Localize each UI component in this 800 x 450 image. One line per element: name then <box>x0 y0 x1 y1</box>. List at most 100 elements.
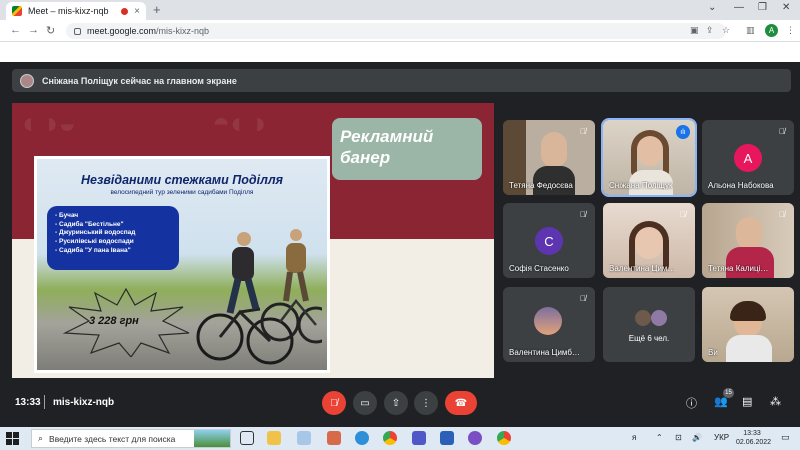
leave-call-button[interactable]: ☎ <box>445 391 477 415</box>
volume-icon[interactable]: 🔊 <box>692 433 702 442</box>
taskbar-search-box[interactable]: ⌕ Введите здесь текст для поиска <box>31 429 231 448</box>
presenting-text: Сніжана Поліщук сейчас на главном экране <box>42 75 237 86</box>
people-tray-icon[interactable]: ᴙ <box>632 433 636 442</box>
back-arrow-icon[interactable]: ← <box>10 24 21 36</box>
participant-name: Альона Набокова <box>708 181 774 190</box>
windows-logo-tile <box>13 432 19 438</box>
browser-tab-meet[interactable]: Meet – mis-kixz-nqb × <box>6 2 146 20</box>
participant-tile[interactable]: 🎙̸ Валентина Цимб… <box>503 287 595 362</box>
divider <box>44 395 45 409</box>
participant-tile[interactable]: 🎙̸ Валентина Цим… <box>603 203 695 278</box>
slide-watermark-shape: ◐◑◒ <box>22 107 77 140</box>
slide-watermark-shape: ◓◐◑ <box>212 107 267 140</box>
participant-body <box>726 335 772 362</box>
side-panel-icon[interactable]: ▥ <box>746 25 755 36</box>
meeting-code: mis-kixz-nqb <box>53 397 115 408</box>
lock-icon <box>74 27 81 35</box>
participant-tile[interactable]: А 🎙̸ Альона Набокова <box>702 120 794 195</box>
participant-name: Сніжана Поліщук <box>609 181 673 190</box>
mic-muted-icon: 🎙̸ <box>580 294 586 303</box>
windows-logo-tile <box>13 439 19 445</box>
taskbar-search-placeholder: Введите здесь текст для поиска <box>49 433 176 444</box>
recording-dot-icon <box>121 7 129 15</box>
chat-icon[interactable]: ▤ <box>742 395 752 408</box>
tab-title: Meet – mis-kixz-nqb <box>28 6 109 16</box>
participant-name: Тетяна Калиці… <box>708 264 769 273</box>
participant-face <box>736 217 762 249</box>
photos-icon[interactable] <box>297 431 311 445</box>
start-button[interactable] <box>6 432 19 445</box>
present-button[interactable]: ⇧ <box>384 391 408 415</box>
restore-icon[interactable]: ❐ <box>758 2 767 13</box>
participant-tile[interactable]: 🎙̸ Тетяна Калиці… <box>702 203 794 278</box>
close-window-icon[interactable]: ✕ <box>782 2 790 13</box>
mic-toggle-button[interactable]: 🎙̸ <box>322 391 346 415</box>
mic-muted-icon: 🎙̸ <box>779 210 785 219</box>
poster-stop: Садиба "У пана Івана" <box>55 247 179 256</box>
self-view-tile[interactable]: Ви <box>702 287 794 362</box>
address-bar[interactable]: meet.google.com /mis-kixz-nqb <box>66 23 726 39</box>
participant-name: Тетяна Федосєва <box>509 181 573 190</box>
chrome-icon[interactable] <box>383 431 397 445</box>
teams-icon[interactable] <box>412 431 426 445</box>
people-icon[interactable]: 👥 <box>714 395 728 408</box>
notification-icon[interactable]: ▭ <box>781 432 790 443</box>
participant-tile-speaking[interactable]: ılı Сніжана Поліщук <box>601 118 697 197</box>
viber-icon[interactable] <box>468 431 482 445</box>
participant-tile[interactable]: С 🎙̸ Софія Стасенко <box>503 203 595 278</box>
browser-toolbar: ← → ↻ meet.google.com /mis-kixz-nqb ▣ ⇪ … <box>0 20 800 42</box>
activities-icon[interactable]: ⁂ <box>770 395 781 408</box>
minimize-icon[interactable]: — <box>734 2 744 13</box>
window-dropdown-icon[interactable]: ⌄ <box>708 2 716 13</box>
poster-price: 3 228 грн <box>89 315 139 327</box>
keyboard-language[interactable]: УКР <box>714 433 729 442</box>
windows-taskbar: ⌕ Введите здесь текст для поиска ᴙ ⌃ ⊡ 🔊… <box>0 427 800 450</box>
ad-banner-label: Рекламний банер <box>332 118 482 180</box>
more-participants-tile[interactable]: Ещё 6 чел. <box>603 287 695 362</box>
search-icon: ⌕ <box>38 433 44 443</box>
meet-favicon-icon <box>12 6 22 16</box>
chrome-active-icon[interactable] <box>497 431 511 445</box>
profile-avatar[interactable]: A <box>765 24 778 37</box>
forward-arrow-icon[interactable]: → <box>28 24 39 36</box>
presenter-avatar <box>20 73 34 88</box>
taskbar-clock[interactable]: 13:33 02.06.2022 <box>736 429 771 447</box>
camera-icon: ▭ <box>360 397 370 409</box>
poster-title: Незвіданими стежками Поділля <box>80 173 284 187</box>
share-icon[interactable]: ⇪ <box>706 25 714 36</box>
meeting-time: 13:33 <box>15 397 41 408</box>
participant-face <box>541 132 567 166</box>
tour-poster: Незвіданими стежками Поділля велосипедни… <box>34 156 330 373</box>
shared-screen[interactable]: ◐◑◒ ◓◐◑ Рекламний банер Незвіданими стеж… <box>12 103 494 378</box>
more-participants-label: Ещё 6 чел. <box>628 334 670 343</box>
paint-icon[interactable] <box>327 431 341 445</box>
new-tab-button[interactable]: + <box>153 2 161 17</box>
meeting-details-icon[interactable]: ⓘ <box>686 395 697 411</box>
tray-chevron-icon[interactable]: ⌃ <box>656 433 663 442</box>
present-screen-icon: ⇧ <box>391 397 401 409</box>
participant-body <box>726 247 774 278</box>
tab-close-icon[interactable]: × <box>134 6 140 17</box>
reload-icon[interactable]: ↻ <box>46 24 55 37</box>
poster-stop: Бучач <box>55 212 179 221</box>
word-icon[interactable] <box>440 431 454 445</box>
menu-kebab-icon[interactable]: ⋮ <box>786 25 795 36</box>
participant-avatar: С <box>535 227 563 255</box>
poster-background: Незвіданими стежками Поділля велосипедни… <box>37 159 327 370</box>
camera-permission-icon[interactable]: ▣ <box>690 25 699 36</box>
bookmark-star-icon[interactable]: ☆ <box>722 25 730 36</box>
meet-tray-icon[interactable]: ⊡ <box>675 433 682 442</box>
mic-muted-icon: 🎙̸ <box>680 210 686 219</box>
mic-muted-icon: 🎙̸ <box>580 210 586 219</box>
participant-avatar-image <box>534 307 562 335</box>
edge-icon[interactable] <box>355 431 369 445</box>
camera-toggle-button[interactable]: ▭ <box>353 391 377 415</box>
poster-stop: Русилівські водоспади <box>55 238 179 247</box>
task-view-icon[interactable] <box>240 431 254 445</box>
search-highlight-image <box>194 430 230 447</box>
file-explorer-icon[interactable] <box>267 431 281 445</box>
participant-tile[interactable]: 🎙̸ Тетяна Федосєва <box>503 120 595 195</box>
more-options-button[interactable]: ⋮ <box>414 391 438 415</box>
windows-logo-tile <box>6 439 12 445</box>
mic-off-icon: 🎙̸ <box>330 397 338 409</box>
